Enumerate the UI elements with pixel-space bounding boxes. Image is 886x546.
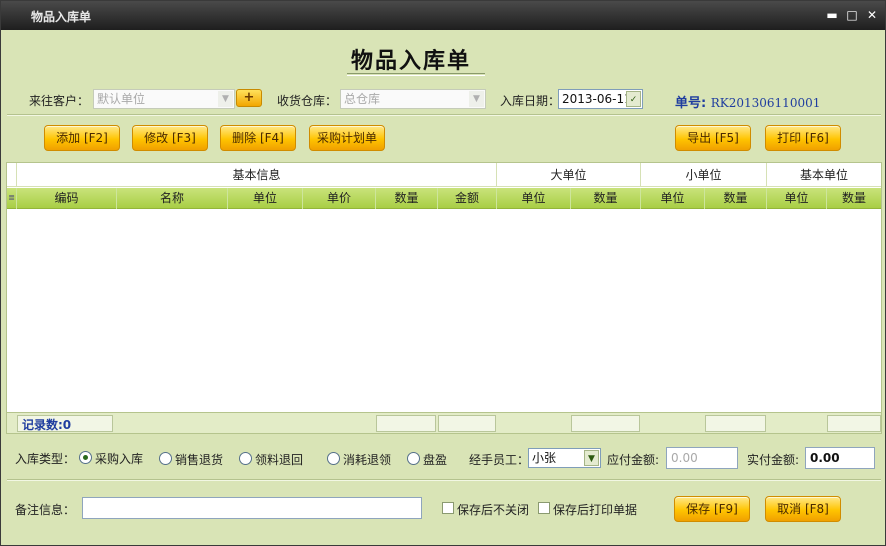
inventory-receipt-window: 物品入库单 ▬ □ ✕ 物品入库单 来往客户： 默认单位 ▼ + 收货仓库： 总… bbox=[0, 0, 886, 546]
radio-consumption-return[interactable] bbox=[327, 452, 340, 465]
col-code[interactable]: 编码 bbox=[17, 188, 117, 209]
print-after-save-label[interactable]: 保存后打印单据 bbox=[553, 501, 637, 518]
radio-material-return-label[interactable]: 领料退回 bbox=[255, 451, 303, 468]
export-button[interactable]: 导出 [F5] bbox=[675, 125, 751, 151]
footer-cell bbox=[705, 415, 766, 432]
add-button[interactable]: 添加 [F2] bbox=[44, 125, 120, 151]
customer-label: 来往客户： bbox=[29, 94, 90, 108]
title-bar[interactable]: 物品入库单 ▬ □ ✕ bbox=[1, 1, 885, 30]
radio-sales-return-label[interactable]: 销售退货 bbox=[175, 451, 223, 468]
col-large-quantity[interactable]: 数量 bbox=[571, 188, 641, 209]
maximize-button[interactable]: □ bbox=[845, 8, 859, 22]
col-amount[interactable]: 金额 bbox=[438, 188, 497, 209]
date-label: 入库日期： bbox=[500, 94, 561, 108]
calendar-dropdown-icon[interactable]: ✓ bbox=[626, 91, 641, 107]
order-number-value: RK201306110001 bbox=[710, 96, 821, 110]
paid-label: 实付金额: bbox=[747, 453, 800, 467]
group-base-unit: 基本单位 bbox=[799, 168, 848, 182]
footer-cell bbox=[438, 415, 496, 432]
handler-value: 小张 bbox=[532, 451, 557, 465]
record-count: 记录数:0 bbox=[22, 418, 72, 432]
items-grid[interactable]: 基本信息 大单位 小单位 基本单位 ≣ 编码 名称 单位 单价 数量 金额 单位… bbox=[6, 162, 882, 434]
footer-cell bbox=[376, 415, 436, 432]
delete-button[interactable]: 删除 [F4] bbox=[220, 125, 296, 151]
radio-sales-return[interactable] bbox=[159, 452, 172, 465]
radio-inventory-surplus-label[interactable]: 盘盈 bbox=[423, 451, 447, 468]
keep-open-label[interactable]: 保存后不关闭 bbox=[457, 501, 529, 518]
chevron-down-icon[interactable]: ▼ bbox=[469, 91, 484, 107]
footer-cell bbox=[571, 415, 640, 432]
paid-amount-field[interactable]: 0.00 bbox=[805, 447, 875, 469]
date-picker[interactable]: 2013-06-11 ✓ bbox=[558, 89, 643, 109]
minimize-button[interactable]: ▬ bbox=[825, 8, 839, 22]
date-value: 2013-06-11 bbox=[562, 92, 632, 106]
warehouse-label: 收货仓库： bbox=[277, 94, 338, 108]
entry-type-label: 入库类型： bbox=[15, 452, 76, 466]
print-after-save-checkbox[interactable] bbox=[538, 502, 550, 514]
divider bbox=[7, 479, 881, 481]
col-unit[interactable]: 单位 bbox=[228, 188, 303, 209]
form-heading: 物品入库单 bbox=[351, 49, 472, 74]
group-small-unit: 小单位 bbox=[641, 163, 767, 187]
add-customer-button[interactable]: + bbox=[236, 89, 262, 107]
radio-purchase-entry-label[interactable]: 采购入库 bbox=[95, 450, 143, 467]
group-large-unit: 大单位 bbox=[497, 163, 641, 187]
order-number-label: 单号: bbox=[675, 96, 707, 111]
customer-select-value: 默认单位 bbox=[97, 92, 146, 106]
radio-inventory-surplus[interactable] bbox=[407, 452, 420, 465]
heading-underline bbox=[347, 73, 485, 74]
remarks-field[interactable] bbox=[82, 497, 422, 519]
grid-group-header: 基本信息 大单位 小单位 基本单位 bbox=[7, 163, 881, 187]
keep-open-checkbox[interactable] bbox=[442, 502, 454, 514]
col-small-unit[interactable]: 单位 bbox=[641, 188, 705, 209]
customer-select[interactable]: 默认单位 ▼ bbox=[93, 89, 235, 109]
print-button[interactable]: 打印 [F6] bbox=[765, 125, 841, 151]
warehouse-select-value: 总仓库 bbox=[344, 92, 381, 106]
order-number: 单号: RK201306110001 bbox=[675, 92, 820, 111]
remarks-label: 备注信息： bbox=[15, 503, 76, 517]
cancel-button[interactable]: 取消 [F8] bbox=[765, 496, 841, 522]
payable-label: 应付金额: bbox=[607, 453, 660, 467]
col-large-unit[interactable]: 单位 bbox=[497, 188, 571, 209]
row-selector-icon[interactable]: ≣ bbox=[7, 188, 17, 209]
group-spacer bbox=[7, 163, 17, 187]
grid-column-header: ≣ 编码 名称 单位 单价 数量 金额 单位 数量 单位 数量 单位 数量 bbox=[7, 188, 881, 209]
purchase-plan-button[interactable]: 采购计划单 bbox=[309, 125, 385, 151]
window-title: 物品入库单 bbox=[31, 10, 92, 24]
handler-label: 经手员工： bbox=[469, 453, 530, 467]
chevron-down-icon[interactable]: ▼ bbox=[218, 91, 233, 107]
edit-button[interactable]: 修改 [F3] bbox=[132, 125, 208, 151]
heading-underline-highlight bbox=[347, 75, 485, 76]
radio-consumption-return-label[interactable]: 消耗退领 bbox=[343, 451, 391, 468]
payable-amount-field[interactable]: 0.00 bbox=[666, 447, 738, 469]
col-price[interactable]: 单价 bbox=[303, 188, 376, 209]
record-count-cell: 记录数:0 bbox=[17, 415, 113, 432]
warehouse-select[interactable]: 总仓库 ▼ bbox=[340, 89, 486, 109]
radio-material-return[interactable] bbox=[239, 452, 252, 465]
grid-footer: 记录数:0 bbox=[7, 412, 881, 433]
group-basic-info: 基本信息 bbox=[17, 163, 497, 187]
chevron-down-icon[interactable]: ▼ bbox=[584, 450, 599, 466]
col-base-quantity[interactable]: 数量 bbox=[827, 188, 881, 209]
close-button[interactable]: ✕ bbox=[865, 8, 879, 22]
col-quantity[interactable]: 数量 bbox=[376, 188, 438, 209]
footer-cell bbox=[827, 415, 881, 432]
save-button[interactable]: 保存 [F9] bbox=[674, 496, 750, 522]
col-name[interactable]: 名称 bbox=[117, 188, 228, 209]
col-small-quantity[interactable]: 数量 bbox=[705, 188, 767, 209]
col-base-unit[interactable]: 单位 bbox=[767, 188, 827, 209]
handler-select[interactable]: 小张 ▼ bbox=[528, 448, 601, 468]
divider bbox=[7, 114, 881, 116]
radio-purchase-entry[interactable] bbox=[79, 451, 92, 464]
